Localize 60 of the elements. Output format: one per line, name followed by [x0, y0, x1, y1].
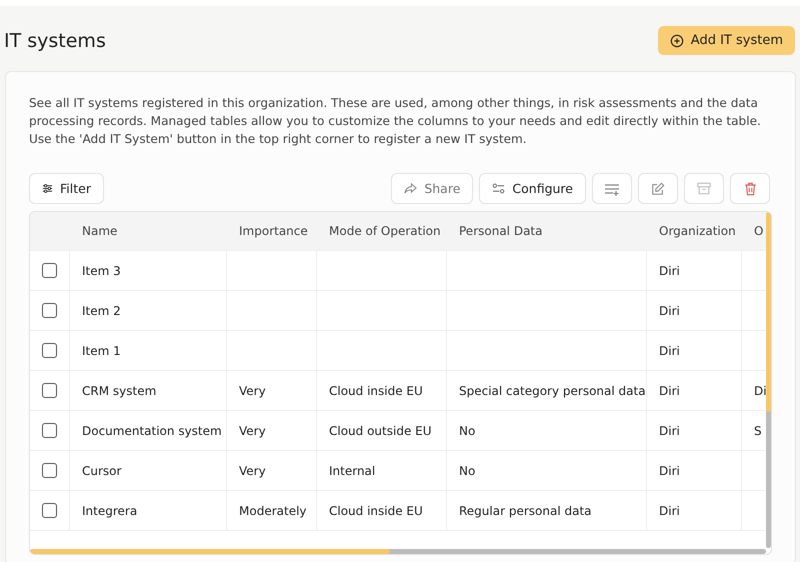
- toggles-icon: [492, 183, 506, 194]
- filter-button[interactable]: Filter: [29, 173, 104, 204]
- share-button[interactable]: Share: [391, 173, 474, 204]
- table-cell: Item 1: [82, 344, 121, 358]
- table-cell: Cloud inside EU: [329, 504, 423, 518]
- page-title: IT systems: [4, 30, 106, 52]
- table-cell: Moderately: [239, 504, 307, 518]
- row-checkbox[interactable]: [42, 423, 57, 438]
- table-cell: Cloud outside EU: [329, 424, 432, 438]
- table-cell: No: [459, 424, 476, 438]
- table-cell: No: [459, 464, 476, 478]
- table-cell: Diri: [659, 424, 680, 438]
- row-checkbox[interactable]: [42, 383, 57, 398]
- column-header[interactable]: O: [754, 224, 764, 238]
- column-header[interactable]: Name: [82, 224, 118, 238]
- table-cell: Di: [754, 384, 766, 398]
- configure-button[interactable]: Configure: [479, 173, 586, 204]
- delete-button[interactable]: [730, 173, 770, 204]
- row-checkbox[interactable]: [42, 303, 57, 318]
- table-cell: S: [754, 424, 762, 438]
- sliders-icon: [42, 183, 53, 194]
- share-icon: [404, 183, 418, 194]
- table-cell: Very: [239, 384, 266, 398]
- plus-circle-icon: [670, 34, 684, 48]
- table-cell: CRM system: [82, 384, 156, 398]
- table-cell: Very: [239, 464, 266, 478]
- column-header[interactable]: Mode of Operation: [329, 224, 441, 238]
- edit-button[interactable]: [638, 173, 678, 204]
- table-cell: Cursor: [82, 464, 122, 478]
- vertical-scrollbar[interactable]: [766, 212, 771, 548]
- description: See all IT systems registered in this organization. These are used, among other things, in risk assessments and the data processing records. Managed tables allow you to customize the columns to your needs and edit directly within the table. Use the 'Add IT System' button in the top right corner to register a new IT system.: [29, 95, 762, 148]
- horizontal-scrollbar[interactable]: [30, 549, 766, 554]
- table-cell: Special category personal data: [459, 384, 646, 398]
- table-cell: Diri: [659, 264, 680, 278]
- table-cell: Item 3: [82, 264, 121, 278]
- add-column-button[interactable]: [592, 173, 632, 204]
- table-cell: Regular personal data: [459, 504, 592, 518]
- table-cell: Integrera: [82, 504, 138, 518]
- archive-icon: [697, 182, 711, 195]
- column-header[interactable]: Personal Data: [459, 224, 542, 238]
- list-plus-icon: [604, 182, 620, 196]
- row-checkbox[interactable]: [42, 263, 57, 278]
- add-button[interactable]: Add IT system: [658, 26, 795, 55]
- column-header[interactable]: Importance: [239, 224, 308, 238]
- column-header[interactable]: Organization: [659, 224, 736, 238]
- row-checkbox[interactable]: [42, 343, 57, 358]
- edit-icon: [651, 182, 665, 196]
- table-cell: Internal: [329, 464, 376, 478]
- table-cell: Cloud inside EU: [329, 384, 423, 398]
- table-cell: Item 2: [82, 304, 121, 318]
- trash-icon: [744, 182, 756, 196]
- table-cell: Documentation system: [82, 424, 222, 438]
- table-cell: Very: [239, 424, 266, 438]
- table-cell: Diri: [659, 384, 680, 398]
- row-checkbox[interactable]: [42, 463, 57, 478]
- row-checkbox[interactable]: [42, 503, 57, 518]
- table-cell: Diri: [659, 464, 680, 478]
- table-cell: Diri: [659, 504, 680, 518]
- table-cell: Diri: [659, 344, 680, 358]
- table-cell: Diri: [659, 304, 680, 318]
